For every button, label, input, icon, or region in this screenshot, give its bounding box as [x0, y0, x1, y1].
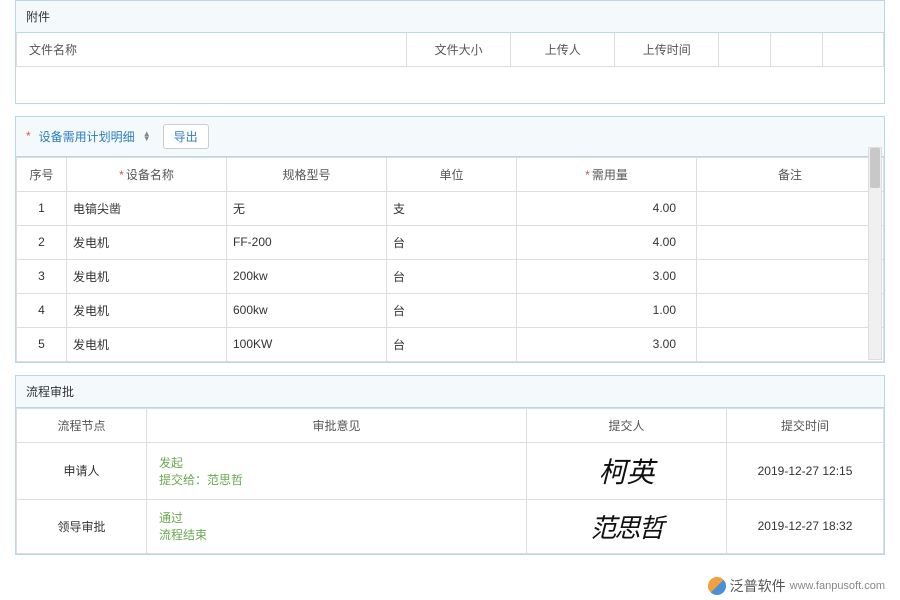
table-row: 文件名称 文件大小 上传人 上传时间 — [17, 33, 884, 67]
col-opinion: 审批意见 — [147, 408, 527, 442]
table-row — [17, 67, 884, 103]
cell-qty: 3.00 — [517, 259, 697, 293]
watermark-brand: 泛普软件 — [730, 576, 786, 596]
cell-name: 发电机 — [67, 293, 227, 327]
col-submitter: 提交人 — [527, 408, 727, 442]
cell-unit: 台 — [387, 327, 517, 361]
watermark: 泛普软件 www.fanpusoft.com — [708, 576, 885, 596]
cell-seq: 4 — [17, 293, 67, 327]
process-node: 领导审批 — [17, 499, 147, 553]
col-filesize[interactable]: 文件大小 — [407, 33, 511, 67]
signature-cell: 柯英 — [527, 442, 727, 499]
table-row: 申请人 发起 提交给：范思哲 柯英 2019-12-27 12:15 — [17, 442, 884, 499]
logo-icon — [708, 577, 726, 595]
process-opinion: 发起 提交给：范思哲 — [147, 442, 527, 499]
table-row[interactable]: 5发电机100KW台3.00 — [17, 327, 884, 361]
signature-image: 范思哲 — [590, 514, 662, 543]
cell-remark — [697, 191, 884, 225]
cell-qty: 3.00 — [517, 327, 697, 361]
process-opinion: 通过 流程结束 — [147, 499, 527, 553]
signature-cell: 范思哲 — [527, 499, 727, 553]
col-spec[interactable]: 规格型号 — [227, 157, 387, 191]
col-blank1 — [719, 33, 771, 67]
sort-icon[interactable]: ▲▼ — [143, 131, 151, 141]
process-time: 2019-12-27 18:32 — [727, 499, 884, 553]
process-node: 申请人 — [17, 442, 147, 499]
col-filename[interactable]: 文件名称 — [17, 33, 407, 67]
cell-unit: 台 — [387, 225, 517, 259]
col-node: 流程节点 — [17, 408, 147, 442]
cell-spec: 600kw — [227, 293, 387, 327]
process-table: 流程节点 审批意见 提交人 提交时间 申请人 发起 提交给：范思哲 柯英 201… — [16, 408, 884, 554]
attachments-panel: 附件 文件名称 文件大小 上传人 上传时间 — [15, 0, 885, 104]
equipment-panel: * 设备需用计划明细 ▲▼ 导出 序号 *设备名称 规格型号 单位 *需用量 备… — [15, 116, 885, 363]
table-row[interactable]: 2发电机FF-200台4.00 — [17, 225, 884, 259]
col-blank3 — [823, 33, 884, 67]
equipment-table: 序号 *设备名称 规格型号 单位 *需用量 备注 1电镐尖凿无支4.002发电机… — [16, 157, 884, 362]
cell-remark — [697, 225, 884, 259]
cell-spec: FF-200 — [227, 225, 387, 259]
cell-unit: 台 — [387, 293, 517, 327]
table-row: 领导审批 通过 流程结束 范思哲 2019-12-27 18:32 — [17, 499, 884, 553]
cell-spec: 无 — [227, 191, 387, 225]
cell-spec: 200kw — [227, 259, 387, 293]
cell-remark — [697, 327, 884, 361]
attachments-header: 附件 — [16, 1, 884, 33]
col-blank2 — [771, 33, 823, 67]
cell-name: 发电机 — [67, 259, 227, 293]
scrollbar[interactable] — [868, 147, 882, 360]
cell-remark — [697, 293, 884, 327]
table-row[interactable]: 4发电机600kw台1.00 — [17, 293, 884, 327]
cell-qty: 4.00 — [517, 191, 697, 225]
col-qty[interactable]: *需用量 — [517, 157, 697, 191]
col-name[interactable]: *设备名称 — [67, 157, 227, 191]
cell-name: 发电机 — [67, 327, 227, 361]
col-uploader[interactable]: 上传人 — [511, 33, 615, 67]
cell-spec: 100KW — [227, 327, 387, 361]
signature-image: 柯英 — [598, 458, 654, 489]
col-seq[interactable]: 序号 — [17, 157, 67, 191]
equipment-header: * 设备需用计划明细 ▲▼ 导出 — [16, 117, 884, 157]
col-remark[interactable]: 备注 — [697, 157, 884, 191]
process-title: 流程审批 — [26, 383, 74, 400]
attachments-table: 文件名称 文件大小 上传人 上传时间 — [16, 33, 884, 103]
cell-seq: 1 — [17, 191, 67, 225]
cell-name: 发电机 — [67, 225, 227, 259]
cell-remark — [697, 259, 884, 293]
process-time: 2019-12-27 12:15 — [727, 442, 884, 499]
cell-qty: 4.00 — [517, 225, 697, 259]
required-mark: * — [26, 129, 31, 143]
table-row: 流程节点 审批意见 提交人 提交时间 — [17, 408, 884, 442]
export-button[interactable]: 导出 — [163, 124, 209, 149]
cell-seq: 2 — [17, 225, 67, 259]
table-row[interactable]: 1电镐尖凿无支4.00 — [17, 191, 884, 225]
attachments-title: 附件 — [26, 8, 50, 25]
process-panel: 流程审批 流程节点 审批意见 提交人 提交时间 申请人 发起 提交给：范思哲 柯… — [15, 375, 885, 555]
watermark-domain: www.fanpusoft.com — [790, 580, 885, 592]
col-time: 提交时间 — [727, 408, 884, 442]
table-row: 序号 *设备名称 规格型号 单位 *需用量 备注 — [17, 157, 884, 191]
cell-seq: 3 — [17, 259, 67, 293]
col-unit[interactable]: 单位 — [387, 157, 517, 191]
cell-unit: 支 — [387, 191, 517, 225]
equipment-title[interactable]: 设备需用计划明细 — [39, 128, 135, 145]
cell-name: 电镐尖凿 — [67, 191, 227, 225]
scroll-thumb[interactable] — [870, 148, 880, 188]
cell-seq: 5 — [17, 327, 67, 361]
col-uploadtime[interactable]: 上传时间 — [615, 33, 719, 67]
table-row[interactable]: 3发电机200kw台3.00 — [17, 259, 884, 293]
process-header: 流程审批 — [16, 376, 884, 408]
cell-qty: 1.00 — [517, 293, 697, 327]
cell-unit: 台 — [387, 259, 517, 293]
